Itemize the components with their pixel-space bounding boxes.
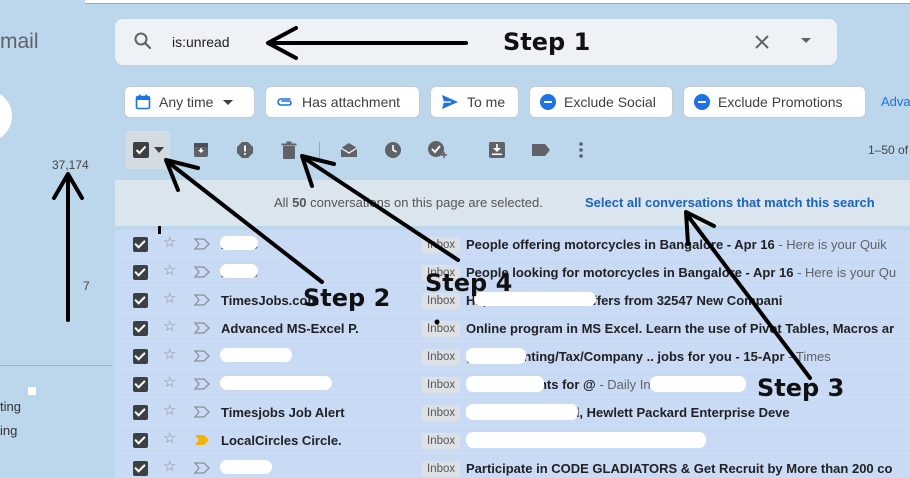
arrow-step3 [686, 214, 812, 380]
pen-mark [158, 226, 161, 234]
arrow-step2 [166, 160, 324, 284]
annotation-step-2: Step 2 [303, 284, 391, 312]
pen-mark [434, 319, 440, 325]
arrow-step4 [302, 156, 460, 262]
annotation-arrows [52, 26, 812, 380]
annotation-step-1: Step 1 [503, 28, 591, 56]
annotation-step-4: Step 4 [425, 269, 513, 297]
annotation-step-3: Step 3 [757, 374, 845, 402]
